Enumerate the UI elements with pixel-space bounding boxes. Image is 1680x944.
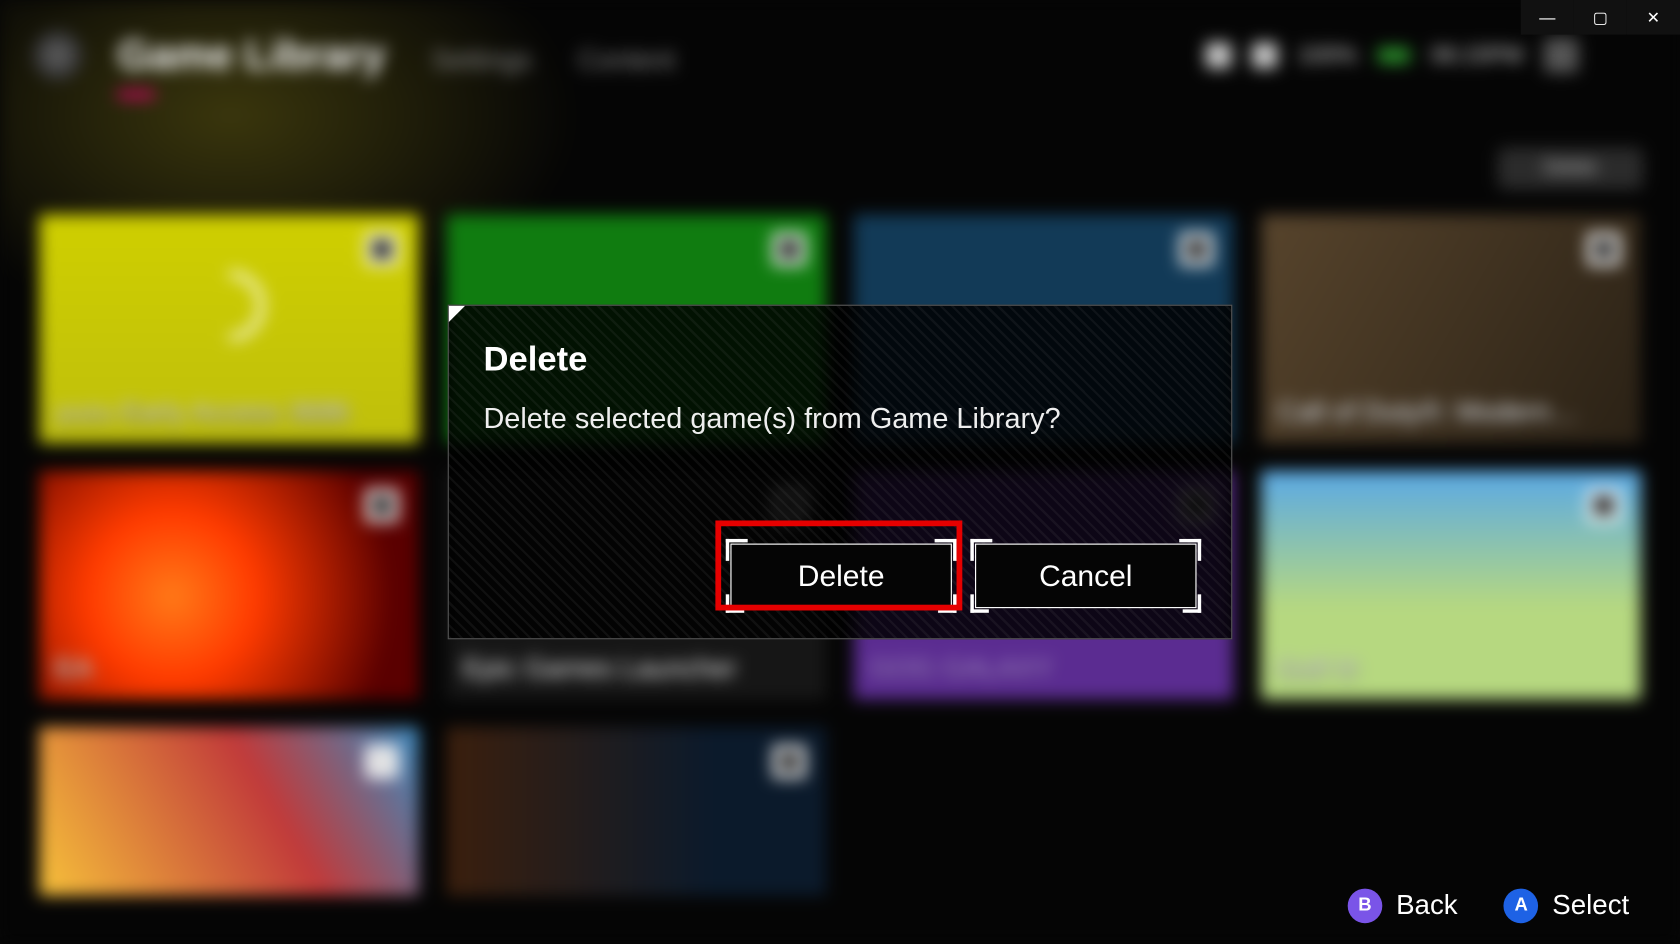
game-tile-jedi[interactable] [447,727,827,895]
tile-checkbox[interactable] [366,746,398,778]
hint-select: A Select [1504,889,1629,924]
hint-back-label: Back [1396,890,1458,922]
tile-caption: GOG GALAXY [870,653,1053,685]
delete-button[interactable]: Delete [730,544,952,609]
avatar [1544,38,1579,73]
tab-content[interactable]: Content [578,45,675,77]
dialog-message: Delete selected game(s) from Game Librar… [483,403,1196,436]
tile-checkbox[interactable] [1588,489,1620,521]
battery-percent: 100% [1298,42,1357,69]
dialog-title: Delete [483,340,1196,379]
hint-select-label: Select [1552,890,1629,922]
window-minimize-button[interactable]: — [1521,0,1574,35]
tile-checkbox[interactable] [1588,233,1620,265]
tab-settings[interactable]: Settings [432,45,532,77]
bluetooth-icon [1252,43,1277,68]
b-button-icon: B [1348,889,1383,924]
tile-caption: Epic Games Launcher [463,653,737,685]
delete-chip-button[interactable]: Delete [1498,148,1643,190]
game-tile-golf[interactable]: Golf It! [1261,471,1641,699]
yuzu-logo-icon [194,271,263,340]
tile-caption: Call of Duty®: Modern… [1277,397,1578,429]
window-close-button[interactable]: ✕ [1627,0,1680,35]
app-logo-icon [32,30,83,81]
window-controls: — ▢ ✕ [1521,0,1680,35]
tile-caption: Golf It! [1277,653,1359,685]
status-bar: 100% 06:15PM [1206,38,1648,73]
header: Game Library Settings Content 100% 06:15… [32,21,1647,90]
tile-caption: yuzu Early Access 3686 [55,397,349,429]
tile-checkbox[interactable] [366,233,398,265]
game-tile-ea[interactable]: EA [39,471,419,699]
footer-hints: B Back A Select [1348,889,1630,924]
tile-checkbox[interactable] [366,489,398,521]
wifi-icon [1206,43,1231,68]
hint-back: B Back [1348,889,1458,924]
game-tile-cod[interactable]: Call of Duty®: Modern… [1261,215,1641,443]
tab-game-library[interactable]: Game Library [118,31,386,79]
tile-checkbox[interactable] [1180,233,1212,265]
game-tile-yuzu[interactable]: yuzu Early Access 3686 [39,215,419,443]
cancel-button[interactable]: Cancel [975,544,1197,609]
delete-button-label: Delete [798,558,885,594]
clock: 06:15PM [1431,42,1523,69]
game-tile-moving-out[interactable] [39,727,419,895]
window-maximize-button[interactable]: ▢ [1574,0,1627,35]
battery-icon [1378,47,1410,63]
tile-caption: EA [55,653,92,685]
tile-checkbox[interactable] [773,746,805,778]
delete-confirm-dialog: Delete Delete selected game(s) from Game… [448,305,1233,640]
a-button-icon: A [1504,889,1539,924]
tile-checkbox[interactable] [773,233,805,265]
cancel-button-label: Cancel [1039,558,1132,594]
